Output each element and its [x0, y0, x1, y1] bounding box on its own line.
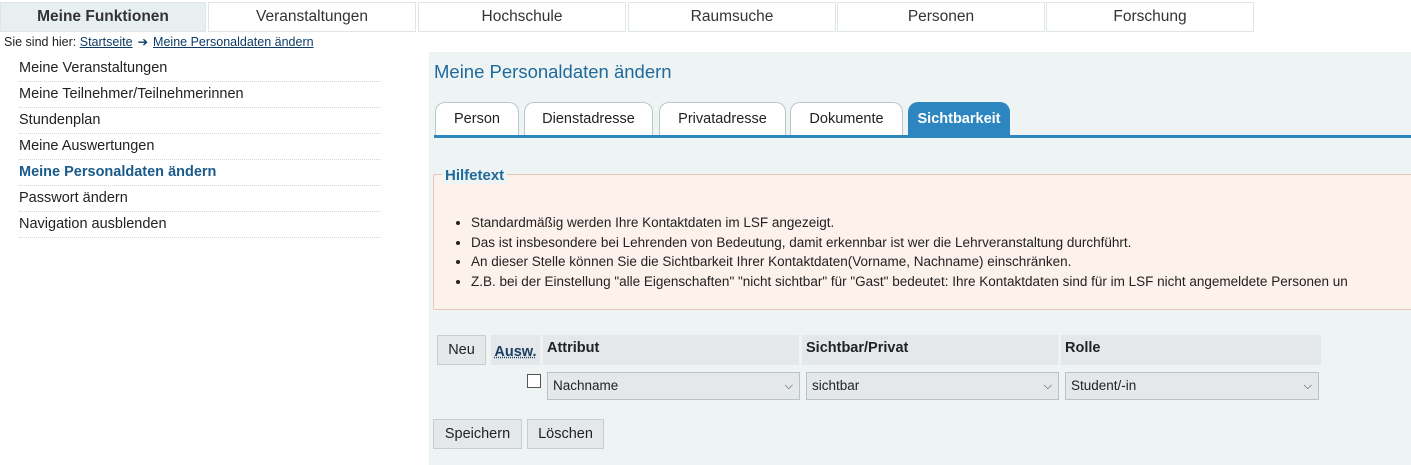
save-button[interactable]: Speichern — [433, 419, 522, 449]
sichtbar-select-value: sichtbar — [812, 378, 860, 393]
tab-personen[interactable]: Personen — [837, 2, 1045, 32]
new-button[interactable]: Neu — [437, 335, 486, 365]
help-box: Hilfetext Standardmäßig werden Ihre Kont… — [433, 167, 1411, 310]
tab-veranstaltungen[interactable]: Veranstaltungen — [208, 2, 416, 32]
tab-hochschule[interactable]: Hochschule — [418, 2, 626, 32]
chevron-down-icon: ⌵ — [1043, 380, 1052, 392]
tab-raumsuche[interactable]: Raumsuche — [628, 2, 836, 32]
help-bullet: Das ist insbesondere bei Lehrenden von B… — [471, 233, 1411, 253]
delete-button[interactable]: Löschen — [527, 419, 604, 449]
sidebar-item-auswertungen[interactable]: Meine Auswertungen — [19, 134, 381, 160]
subtab-underline — [434, 135, 1411, 138]
sidebar-item-personaldaten[interactable]: Meine Personaldaten ändern — [19, 160, 381, 186]
attribut-select[interactable]: Nachname ⌵ — [547, 372, 800, 400]
sichtbar-select[interactable]: sichtbar ⌵ — [806, 372, 1059, 400]
subtab-dokumente[interactable]: Dokumente — [790, 102, 903, 135]
breadcrumb: Sie sind hier: Startseite ➔ Meine Personal… — [4, 34, 314, 49]
page-title: Meine Personaldaten ändern — [434, 61, 672, 82]
top-navigation: Meine Funktionen Veranstaltungen Hochsch… — [0, 0, 1411, 33]
help-list: Standardmäßig werden Ihre Kontaktdaten i… — [451, 213, 1411, 291]
main-panel: Meine Personaldaten ändern Person Dienst… — [429, 52, 1411, 465]
subtab-bar: Person Dienstadresse Privatadresse Dokum… — [429, 102, 1411, 140]
arrow-right-icon: ➔ — [137, 35, 149, 49]
rolle-select[interactable]: Student/-in ⌵ — [1065, 372, 1319, 400]
help-bullet: An dieser Stelle können Sie die Sichtbar… — [471, 252, 1411, 272]
sidebar-item-stundenplan[interactable]: Stundenplan — [19, 108, 381, 134]
tab-meine-funktionen[interactable]: Meine Funktionen — [0, 2, 206, 32]
column-header-attribut: Attribut — [543, 335, 799, 365]
subtab-person[interactable]: Person — [435, 102, 519, 135]
sidebar-item-navigation-ausblenden[interactable]: Navigation ausblenden — [19, 212, 381, 238]
sidebar-item-passwort[interactable]: Passwort ändern — [19, 186, 381, 212]
tab-forschung[interactable]: Forschung — [1046, 2, 1254, 32]
row-select-checkbox[interactable] — [527, 374, 541, 388]
sidebar-item-meine-veranstaltungen[interactable]: Meine Veranstaltungen — [19, 56, 381, 82]
rolle-select-value: Student/-in — [1071, 378, 1137, 393]
help-bullet: Z.B. bei der Einstellung "alle Eigenscha… — [471, 272, 1411, 292]
breadcrumb-prefix: Sie sind hier: — [4, 35, 77, 49]
chevron-down-icon: ⌵ — [784, 380, 793, 392]
column-header-rolle: Rolle — [1061, 335, 1321, 365]
sidebar-item-teilnehmer[interactable]: Meine Teilnehmer/Teilnehmerinnen — [19, 82, 381, 108]
chevron-down-icon: ⌵ — [1303, 380, 1312, 392]
help-legend: Hilfetext — [442, 167, 508, 184]
sidebar-navigation: Meine Veranstaltungen Meine Teilnehmer/T… — [19, 56, 381, 238]
subtab-dienstadresse[interactable]: Dienstadresse — [524, 102, 653, 135]
column-header-ausw[interactable]: Ausw. — [491, 335, 540, 365]
column-header-sichtbar: Sichtbar/Privat — [802, 335, 1058, 365]
breadcrumb-startseite-link[interactable]: Startseite — [80, 35, 133, 49]
help-bullet: Standardmäßig werden Ihre Kontaktdaten i… — [471, 213, 1411, 233]
breadcrumb-current-link[interactable]: Meine Personaldaten ändern — [153, 35, 314, 49]
subtab-privatadresse[interactable]: Privatadresse — [659, 102, 786, 135]
attribut-select-value: Nachname — [553, 378, 619, 393]
subtab-sichtbarkeit[interactable]: Sichtbarkeit — [908, 102, 1010, 135]
